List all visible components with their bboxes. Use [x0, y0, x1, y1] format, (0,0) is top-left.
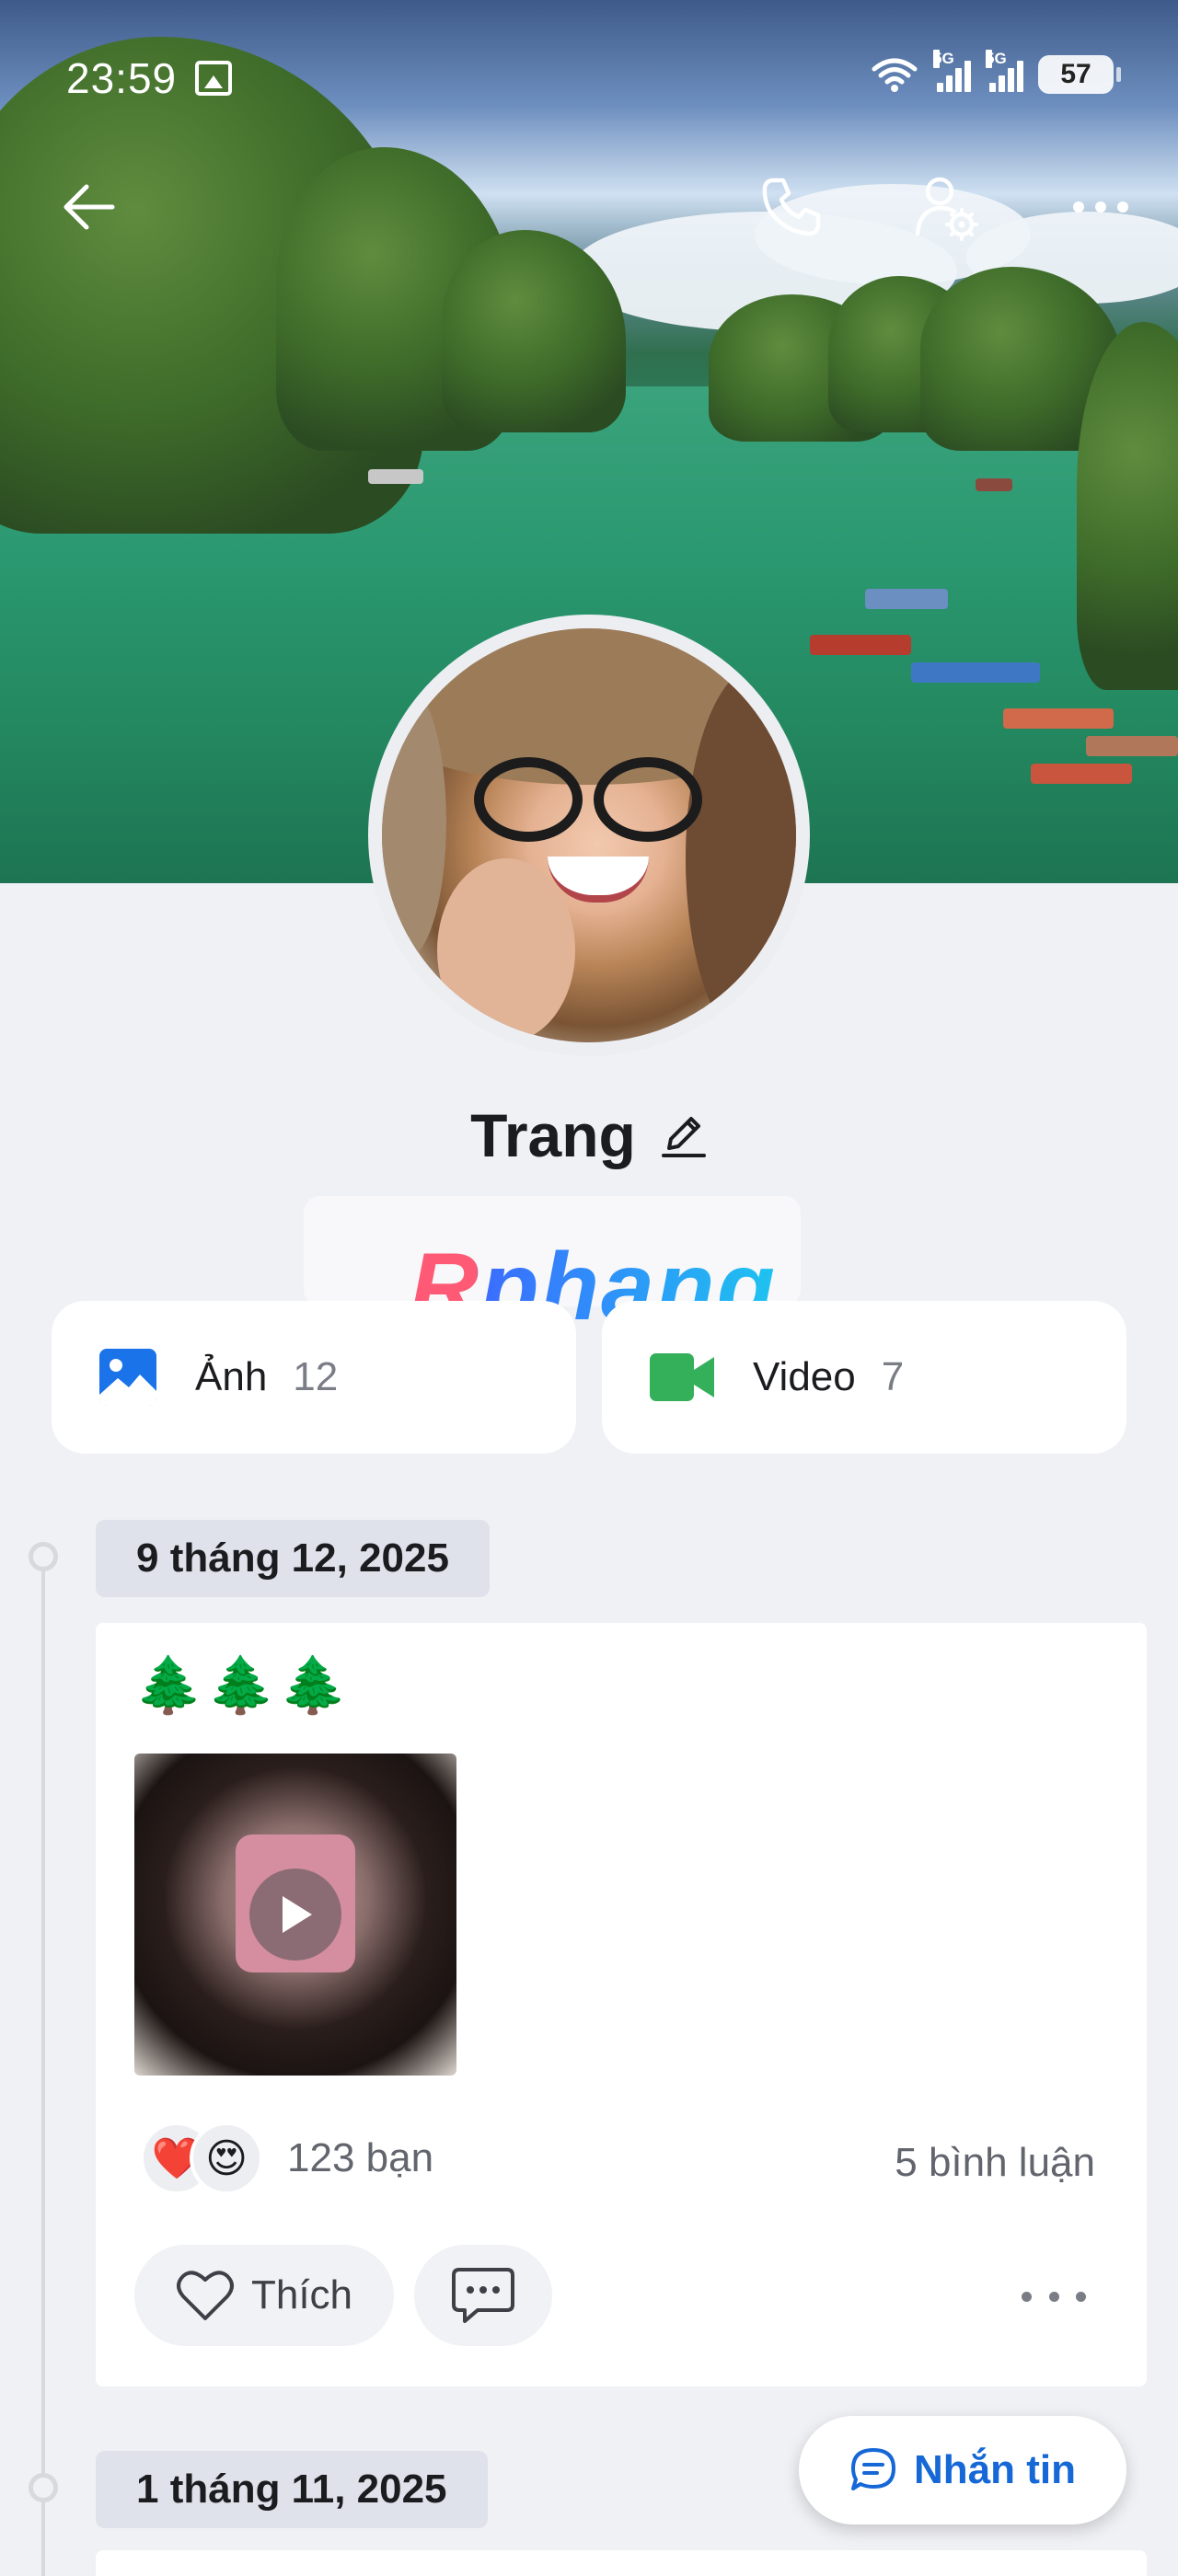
battery-indicator: 57 — [1038, 55, 1121, 94]
reaction-count: 123 bạn — [287, 2135, 434, 2180]
video-thumbnail[interactable] — [134, 1754, 456, 2076]
date-header: 9 tháng 12, 2025 — [96, 1520, 490, 1597]
signal-icon-2: 5G — [986, 50, 1023, 92]
clock: 23:59 — [66, 54, 178, 102]
videos-card[interactable]: Video 7 — [602, 1301, 1126, 1454]
more-horizontal-icon — [1073, 201, 1128, 213]
date-header: 1 tháng 11, 2025 — [96, 2451, 488, 2528]
back-button[interactable] — [52, 170, 125, 244]
image-notification-icon — [195, 61, 232, 96]
photos-count: 12 — [293, 1354, 339, 1399]
post-more-button[interactable] — [1022, 2278, 1086, 2315]
comment-icon — [452, 2268, 514, 2323]
profile-settings-button[interactable] — [909, 170, 983, 244]
avatar-frame — [368, 615, 810, 1056]
timeline-dot — [29, 2473, 58, 2502]
video-camera-icon — [650, 1353, 714, 1401]
reaction-summary[interactable]: ❤️ 😍 123 bạn — [140, 2122, 433, 2195]
image-icon — [99, 1349, 156, 1406]
post-text: 🌲🌲🌲 — [134, 1654, 352, 1716]
avatar[interactable] — [382, 628, 796, 1042]
play-icon — [249, 1869, 341, 1961]
videos-label: Video — [753, 1354, 856, 1399]
like-button[interactable]: Thích — [134, 2245, 394, 2346]
like-label: Thích — [250, 2272, 353, 2317]
user-settings-icon — [915, 177, 978, 241]
chat-bubble-icon — [851, 2448, 895, 2490]
heart-outline-icon — [176, 2271, 234, 2320]
post-card: 🌲🌲🌲 ❤️ 😍 123 bạn 5 bình luận Thích — [96, 1623, 1147, 2386]
signal-icon-1: 5G — [933, 50, 971, 92]
timeline-line — [41, 1557, 45, 2576]
photos-card[interactable]: Ảnh 12 — [52, 1301, 576, 1454]
message-label: Nhắn tin — [914, 2447, 1076, 2492]
status-bar: 23:59 5G 5G 57 — [0, 0, 1178, 156]
videos-count: 7 — [881, 1354, 905, 1399]
post-card — [96, 2550, 1147, 2576]
comment-count[interactable]: 5 bình luận — [895, 2140, 1095, 2186]
comment-button[interactable] — [414, 2245, 552, 2346]
edit-name-button[interactable] — [660, 1111, 708, 1159]
call-button[interactable] — [755, 170, 828, 244]
pencil-icon — [661, 1117, 706, 1157]
profile-name: Trang — [470, 1101, 636, 1169]
arrow-left-icon — [64, 184, 115, 230]
photos-label: Ảnh — [195, 1354, 268, 1399]
phone-icon — [762, 178, 821, 236]
heart-eyes-reaction-icon: 😍 — [190, 2122, 263, 2195]
more-options-button[interactable] — [1064, 170, 1138, 244]
wifi-icon — [872, 58, 918, 92]
message-button[interactable]: Nhắn tin — [799, 2416, 1126, 2524]
timeline-dot — [29, 1542, 58, 1571]
